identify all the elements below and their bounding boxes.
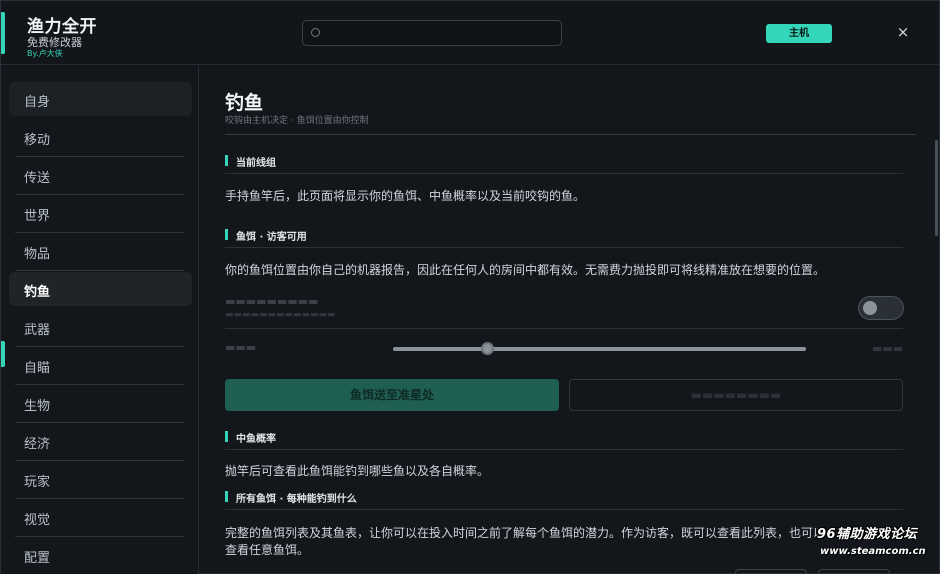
app-window: 渔力全开 免费修改器 By.卢大侠 主机 × 自身 移动 传送 世界 物品 钓鱼… [0, 0, 940, 574]
sidebar: 自身 移动 传送 世界 物品 钓鱼 武器 自瞄 生物 经济 玩家 视觉 配置 [1, 66, 199, 574]
section-header-current-line: 当前线组 [225, 152, 903, 174]
section-accent [225, 229, 228, 240]
sidebar-item-label: 移动 [24, 133, 51, 148]
sidebar-item-label: 武器 [24, 323, 51, 338]
list-button[interactable] [818, 569, 890, 574]
divider [225, 328, 903, 329]
sidebar-item-movement[interactable]: 移动 [9, 120, 192, 157]
slider-thumb[interactable] [481, 342, 494, 355]
search-box[interactable] [302, 20, 562, 46]
search-icon [311, 28, 320, 37]
divider [225, 134, 916, 135]
sidebar-item-label: 经济 [24, 437, 51, 452]
watermark-url: www.steamcom.cn [820, 546, 926, 557]
sidebar-item-label: 视觉 [24, 513, 51, 528]
section-title: 当前线组 [236, 158, 276, 169]
section-header-all-baits: 所有鱼饵 · 每种能钓到什么 [225, 488, 903, 510]
divider [15, 194, 184, 195]
sidebar-item-label: 世界 [24, 209, 51, 224]
sidebar-item-label: 钓鱼 [24, 285, 51, 300]
toggle-label: ▬▬▬▬▬▬▬▬▬ [225, 295, 319, 308]
section-accent [225, 155, 228, 166]
page-title: 钓鱼 [225, 92, 264, 114]
search-input[interactable] [325, 24, 555, 42]
sidebar-item-weapons[interactable]: 武器 [9, 310, 192, 347]
sidebar-item-label: 配置 [24, 551, 51, 566]
sidebar-item-teleport[interactable]: 传送 [9, 158, 192, 195]
toggle-description: ▬▬▬▬▬▬▬▬▬▬▬▬▬ [225, 310, 336, 320]
section-text: 你的鱼饵位置由你自己的机器报告，因此在任何人的房间中都有效。无需费力抛投即可将线… [225, 263, 826, 277]
sidebar-item-label: 自身 [24, 95, 51, 110]
slider-track[interactable] [393, 347, 806, 351]
divider [15, 270, 184, 271]
sidebar-item-self[interactable]: 自身 [9, 82, 192, 116]
sidebar-item-visuals[interactable]: 视觉 [9, 500, 192, 537]
list-button[interactable] [735, 569, 807, 574]
bait-to-crosshair-button[interactable]: 鱼饵送至准星处 [225, 379, 559, 411]
watermark-title: 96辅助游戏论坛 [817, 527, 918, 542]
sidebar-item-creatures[interactable]: 生物 [9, 386, 192, 423]
sidebar-item-label: 生物 [24, 399, 51, 414]
sidebar-item-players[interactable]: 玩家 [9, 462, 192, 499]
divider [15, 498, 184, 499]
section-text: 完整的鱼饵列表及其鱼表，让你可以在投入时间之前了解每个鱼饵的潜力。作为访客，既可… [225, 526, 826, 557]
sidebar-item-label: 玩家 [24, 475, 51, 490]
sidebar-item-label: 自瞄 [24, 361, 51, 376]
section-title: 鱼饵 · 访客可用 [236, 232, 307, 243]
main-panel: 钓鱼 咬钩由主机决定 · 鱼饵位置由你控制 当前线组 手持鱼竿后，此页面将显示你… [200, 66, 939, 574]
bait-toggle[interactable] [858, 296, 904, 320]
divider [15, 232, 184, 233]
divider [15, 536, 184, 537]
divider [15, 346, 184, 347]
sidebar-item-config[interactable]: 配置 [9, 538, 192, 572]
sidebar-item-world[interactable]: 世界 [9, 196, 192, 233]
section-title: 所有鱼饵 · 每种能钓到什么 [236, 494, 357, 505]
divider [15, 156, 184, 157]
slider-value: ▬▬▬ [872, 342, 904, 355]
section-text: 手持鱼竿后，此页面将显示你的鱼饵、中鱼概率以及当前咬钩的鱼。 [225, 189, 586, 203]
sidebar-item-fishing[interactable]: 钓鱼 [9, 272, 192, 306]
divider [15, 422, 184, 423]
slider-label: ▬▬▬ [225, 341, 257, 354]
page-subtitle: 咬钩由主机决定 · 鱼饵位置由你控制 [225, 116, 369, 126]
section-accent [225, 431, 228, 442]
section-header-catch-chance: 中鱼概率 [225, 428, 903, 450]
active-indicator [1, 341, 5, 367]
sidebar-item-items[interactable]: 物品 [9, 234, 192, 271]
sidebar-item-economy[interactable]: 经济 [9, 424, 192, 461]
divider [15, 384, 184, 385]
section-header-bait: 鱼饵 · 访客可用 [225, 226, 903, 248]
toggle-knob [863, 301, 877, 315]
close-icon[interactable]: × [894, 23, 912, 41]
sidebar-item-label: 物品 [24, 247, 51, 262]
divider [15, 460, 184, 461]
section-text: 抛竿后可查看此鱼饵能钓到哪些鱼以及各自概率。 [225, 464, 490, 478]
sidebar-item-aimbot[interactable]: 自瞄 [9, 348, 192, 385]
header: 渔力全开 免费修改器 By.卢大侠 主机 × [1, 1, 939, 65]
secondary-action-button[interactable]: ▬▬▬▬▬▬▬▬ [569, 379, 903, 411]
section-accent [225, 491, 228, 502]
app-author: By.卢大侠 [27, 49, 63, 58]
section-title: 中鱼概率 [236, 434, 276, 445]
host-button[interactable]: 主机 [766, 24, 832, 43]
scrollbar[interactable] [935, 140, 938, 236]
brand-accent-bar [1, 12, 5, 54]
sidebar-item-label: 传送 [24, 171, 51, 186]
